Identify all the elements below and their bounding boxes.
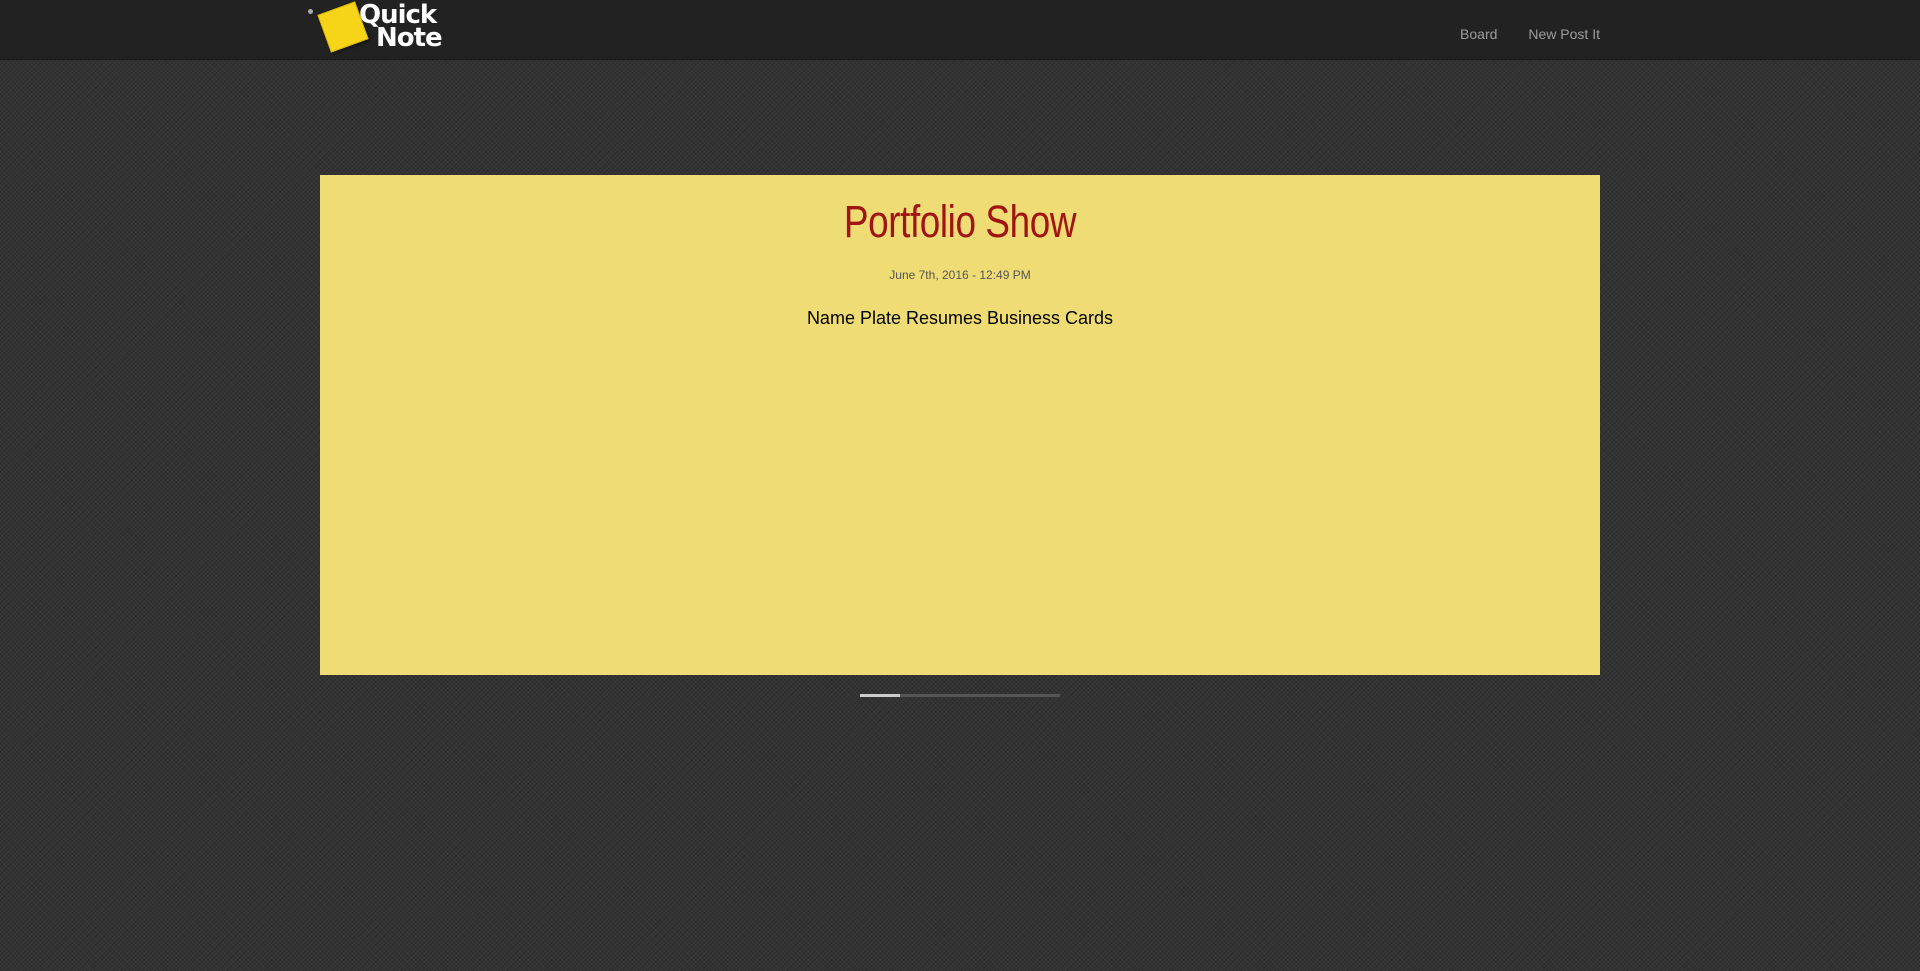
quicknote-logo[interactable]: Quick Note (306, 1, 451, 56)
top-navbar: Quick Note Board New Post It (0, 0, 1920, 60)
carousel-progress-bar (860, 694, 1060, 697)
note-title: Portfolio Show (843, 196, 1077, 247)
logo-text-note: Note (376, 23, 443, 53)
note-card: Portfolio Show June 7th, 2016 - 12:49 PM… (320, 175, 1600, 675)
logo-dot (308, 9, 313, 14)
note-body: Name Plate Resumes Business Cards (806, 308, 1114, 328)
nav-link-board[interactable]: Board (1460, 25, 1497, 43)
carousel-progress-fill (860, 694, 900, 697)
note-date: June 7th, 2016 - 12:49 PM (889, 268, 1031, 282)
nav-links: Board New Post It (1429, 25, 1600, 43)
nav-link-new-post-it[interactable]: New Post It (1528, 25, 1600, 43)
